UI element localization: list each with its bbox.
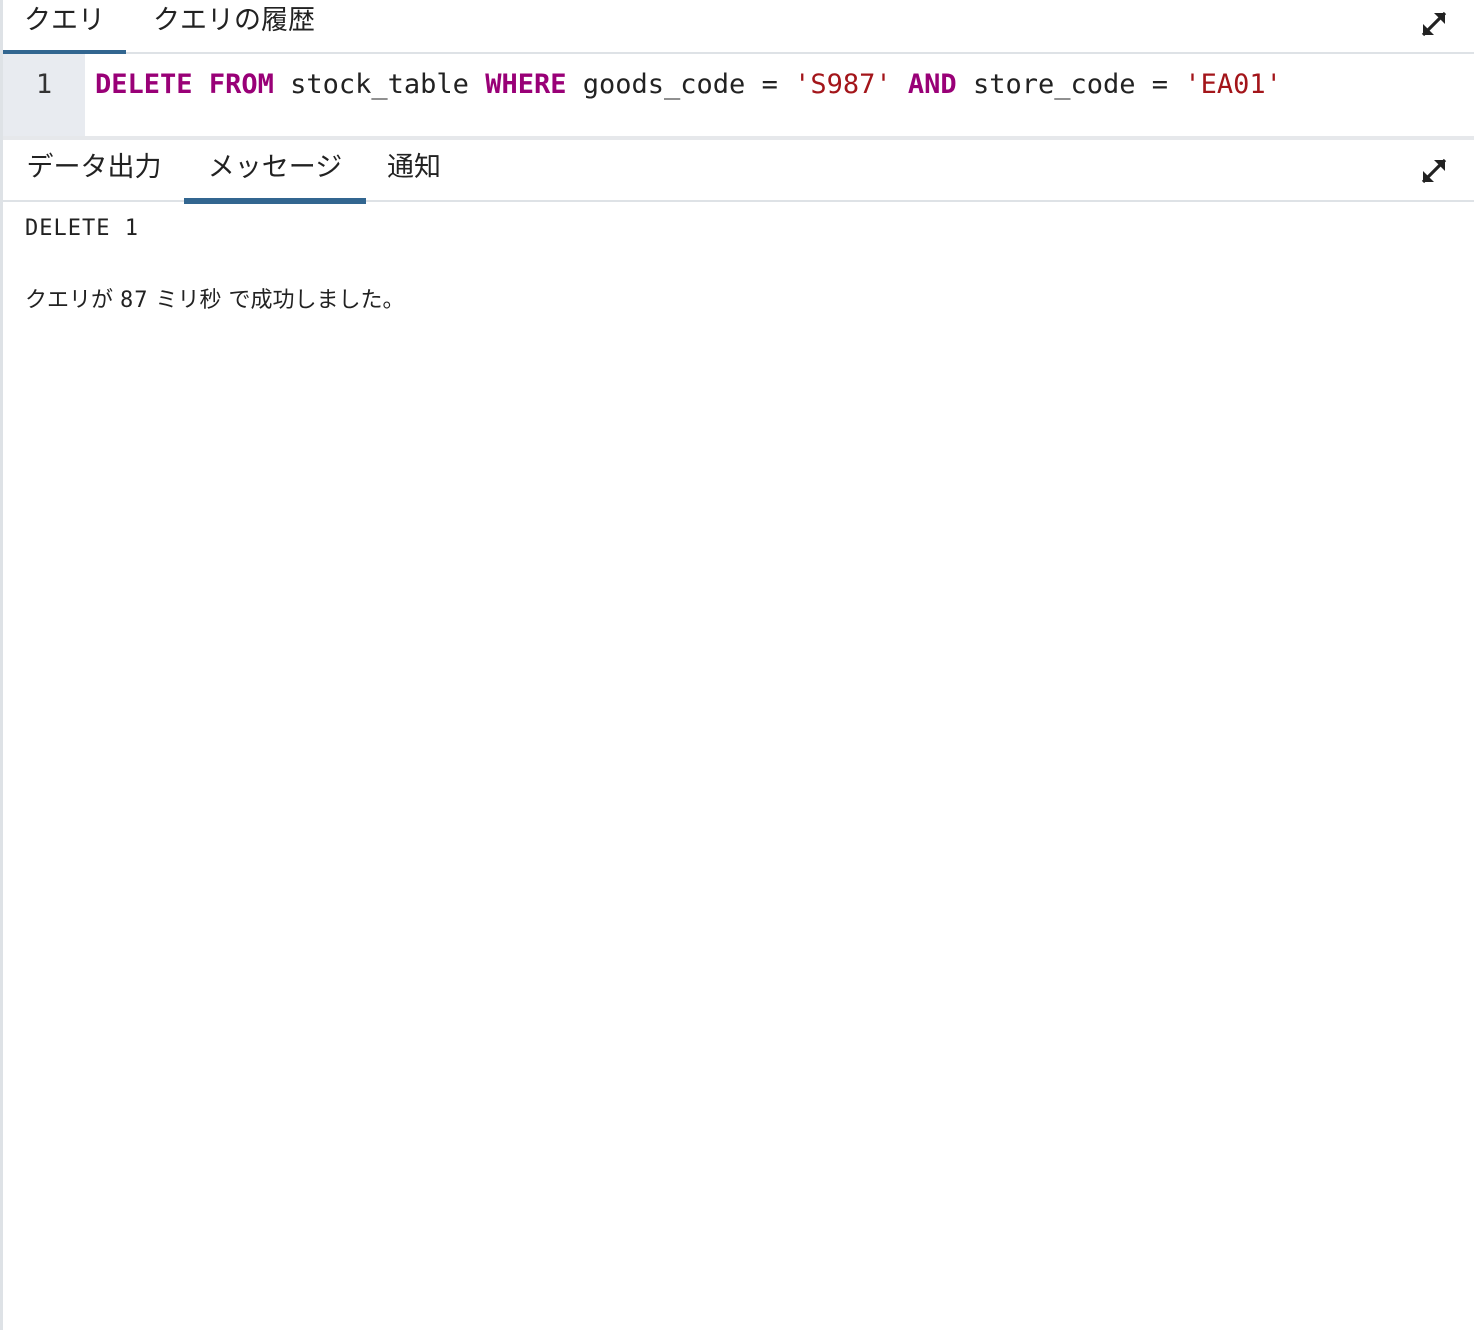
success-message: クエリが 87 ミリ秒 で成功しました。 (25, 282, 405, 314)
expand-arrows-icon (1421, 11, 1447, 37)
keyword-where: WHERE (485, 69, 567, 100)
tab-query-history[interactable]: クエリの履歴 (148, 0, 320, 54)
tab-messages[interactable]: メッセージ (184, 140, 366, 204)
tab-data-output-label: データ出力 (26, 152, 162, 183)
expand-query-panel-button[interactable] (1416, 6, 1452, 42)
column-store-code: store_code (972, 69, 1136, 100)
results-tabbar: データ出力 メッセージ 通知 (3, 140, 1474, 204)
keyword-from: FROM (208, 69, 274, 100)
query-tabbar: クエリ クエリの履歴 (3, 0, 1474, 56)
string-value-1: 'S987' (794, 69, 892, 100)
tab-notifications-label: 通知 (387, 152, 441, 183)
keyword-and: AND (907, 69, 957, 100)
tab-data-output[interactable]: データ出力 (20, 140, 168, 202)
line-number: 1 (35, 69, 53, 100)
tab-messages-label: メッセージ (207, 152, 343, 183)
line-number-gutter: 1 (3, 54, 85, 136)
tab-notifications[interactable]: 通知 (381, 140, 447, 202)
string-value-2: 'EA01' (1184, 69, 1282, 100)
result-message: DELETE 1 (25, 216, 139, 241)
success-prefix: クエリが (25, 288, 114, 313)
tab-query-label: クエリ (24, 5, 105, 36)
operator-equals-1: = (761, 69, 778, 100)
success-suffix: で成功しました。 (228, 288, 405, 313)
duration-unit: ミリ秒 (155, 288, 222, 313)
operator-equals-2: = (1151, 69, 1169, 100)
tab-query[interactable]: クエリ (3, 0, 126, 56)
tab-query-history-label: クエリの履歴 (153, 5, 315, 36)
keyword-delete: DELETE (95, 69, 193, 100)
query-tool-panel: クエリ クエリの履歴 1 DELETE FROM stock_table WHE… (0, 0, 1474, 1330)
expand-arrows-icon (1421, 158, 1447, 184)
column-goods-code: goods_code (582, 69, 746, 100)
code-line[interactable]: DELETE FROM stock_table WHERE goods_code… (95, 54, 1282, 116)
table-name: stock_table (290, 69, 469, 100)
query-duration: 87 (120, 288, 149, 313)
expand-results-panel-button[interactable] (1416, 153, 1452, 189)
sql-editor[interactable]: 1 DELETE FROM stock_table WHERE goods_co… (3, 54, 1474, 140)
